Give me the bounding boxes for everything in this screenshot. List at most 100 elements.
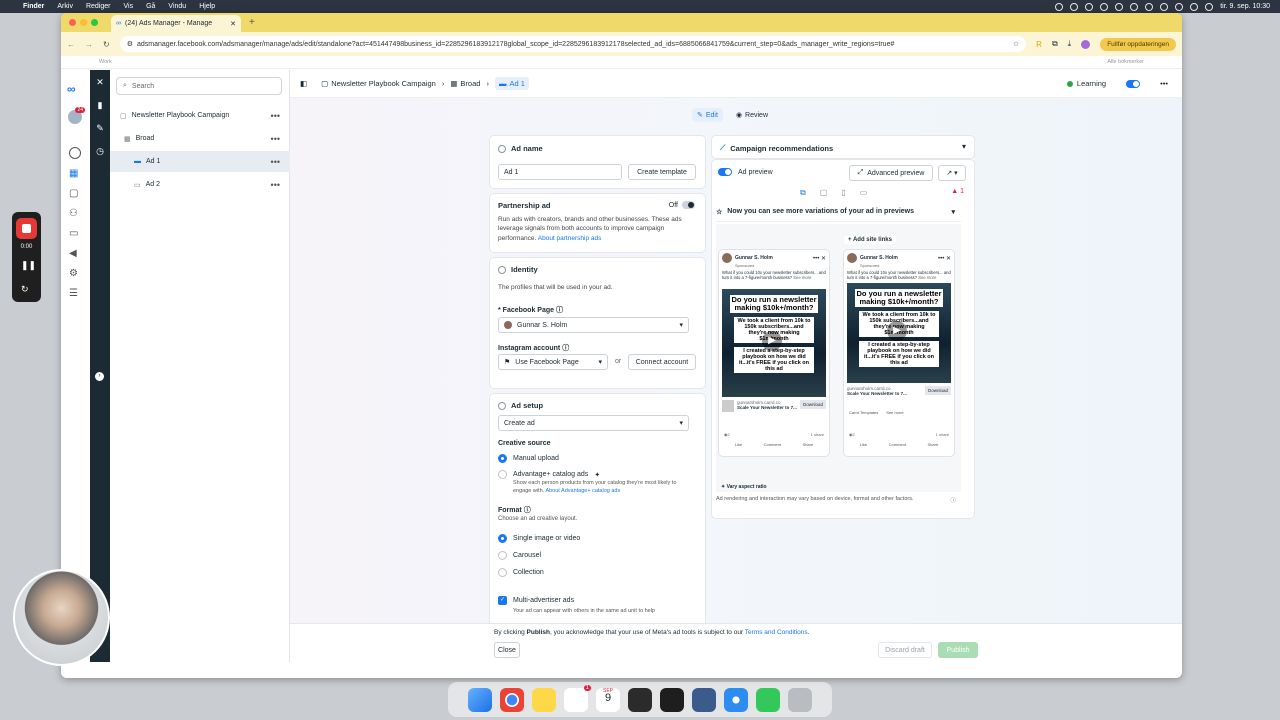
forward-icon[interactable]: → [85,40,93,49]
radio-unselected[interactable] [498,470,507,479]
close-button[interactable]: Close [494,642,520,658]
breadcrumb-campaign[interactable]: ▢ Newsletter Playbook Campaign [321,79,436,88]
banner-placement-icon[interactable]: ▭ [860,188,868,198]
review-mode-button[interactable]: ◉ Review [731,108,773,122]
radio-selected[interactable] [498,534,507,543]
radio-selected[interactable] [498,454,507,463]
radio-unselected[interactable] [498,568,507,577]
reels-placement-icon[interactable]: ▯ [841,188,845,198]
ad-name-input[interactable]: Ad 1 [498,164,622,180]
discard-draft-button[interactable]: Discard draft [878,642,932,658]
download-button[interactable]: Download [799,400,826,409]
new-tab-icon[interactable]: + [249,17,255,28]
more-options-icon[interactable]: ••• [271,134,280,144]
close-icon[interactable]: ••• ✕ [938,255,951,262]
info-icon[interactable]: ⓘ [562,345,569,352]
share-preview-button[interactable]: ↗ ▾ [938,165,966,181]
see-more-link[interactable]: See more [793,275,811,280]
add-site-links-button[interactable]: + Add site links [844,236,896,244]
campaign-recommendations[interactable]: ⟋ Campaign recommendations ▾ [712,136,974,158]
chevron-down-icon[interactable]: ▾ [962,142,966,151]
more-options-icon[interactable]: ••• [1160,79,1168,88]
carousel-radio[interactable]: Carousel [498,551,541,560]
instagram-select[interactable]: ⚑ Use Facebook Page ▾ [498,354,608,370]
ad-on-toggle[interactable] [1126,79,1141,88]
profile-avatar[interactable] [1081,39,1091,49]
create-ad-select[interactable]: Create ad ▾ [498,415,689,431]
safari-icon[interactable] [724,687,748,712]
play-icon[interactable]: ▶ [762,331,782,351]
pause-icon[interactable]: ❚❚ [21,260,36,271]
breadcrumb-ad[interactable]: ▬ Ad 1 [494,77,529,90]
audiences-icon[interactable]: ⚇ [69,208,78,219]
share-button[interactable]: Share [803,442,814,447]
ad-creative-image[interactable]: Do you run a newsletter making $10k+/mon… [722,289,826,397]
status-icon[interactable] [1130,2,1139,11]
control-center-icon[interactable] [1205,2,1214,11]
story-placement-icon[interactable]: ▢ [820,188,828,198]
browser-tab[interactable]: ∞ (24) Ads Manager - Manage ✕ [111,15,241,32]
menu-arkiv[interactable]: Arkiv [57,3,73,10]
single-image-radio[interactable]: Single image or video [498,534,580,543]
radio-unselected[interactable] [498,551,507,560]
edit-pencil-icon[interactable]: ✎ [94,122,106,134]
menu-vis[interactable]: Vis [123,3,133,10]
bookmark-work[interactable]: Work [99,59,112,65]
more-options-icon[interactable]: ••• [271,180,280,190]
edit-mode-button[interactable]: ✎ Edit [692,108,723,122]
close-editor-icon[interactable]: ✕ [94,76,106,88]
comment-button[interactable]: Comment [764,442,781,447]
info-icon[interactable]: ⓘ [950,496,956,504]
about-catalog-link[interactable]: About Advantage+ catalog ads [545,488,620,494]
status-icon[interactable] [1100,2,1109,11]
toggle-sidebar-icon[interactable]: ◧ [300,79,307,88]
like-button[interactable]: Like [735,442,742,447]
history-icon[interactable]: ◷ [94,145,106,157]
preview-icon[interactable] [692,687,716,712]
menu-ga[interactable]: Gå [146,3,155,10]
pages-icon[interactable]: ▢ [69,188,78,199]
status-icon[interactable] [1055,2,1064,11]
facebook-page-select[interactable]: Gunnar S. Holm ▾ [498,317,689,333]
share-button[interactable]: Share [928,442,939,447]
close-tab-icon[interactable]: ✕ [230,20,236,28]
battery-icon[interactable] [1175,2,1184,11]
status-icon[interactable] [1145,2,1154,11]
alerts-icon[interactable] [69,147,81,159]
billing-icon[interactable]: ▭ [69,228,78,239]
like-button[interactable]: Like [860,442,867,447]
breadcrumb-adset[interactable]: ▦ Broad [450,79,480,88]
comment-button[interactable]: Comment [889,442,906,447]
overview-icon[interactable]: ▮ [94,99,106,111]
create-template-button[interactable]: Create template [628,164,696,180]
campaign-icon[interactable]: ◀ [69,248,77,259]
trash-icon[interactable] [788,687,812,712]
catalog-ads-radio[interactable]: Advantage+ catalog ads ✦ [498,470,600,479]
close-window-button[interactable] [69,19,76,26]
checkbox-checked[interactable]: ✓ [498,596,507,605]
more-options-icon[interactable]: ••• [271,111,280,121]
publish-button[interactable]: Publish [938,642,978,658]
collection-radio[interactable]: Collection [498,568,544,577]
status-icon[interactable] [1070,2,1079,11]
tree-item-ad-2[interactable]: ▭ Ad 2 ••• [110,174,290,195]
warning-indicator[interactable]: ▲ 1 [951,188,964,195]
update-button[interactable]: Fullfør oppdateringen [1100,37,1176,51]
chrome-icon[interactable] [500,687,524,712]
menu-hjelp[interactable]: Hjelp [199,3,215,10]
site-link-1[interactable]: Carrd Templates [849,410,878,415]
notes-icon[interactable] [532,687,556,712]
advanced-preview-button[interactable]: ⤢ Advanced preview [849,165,933,181]
feed-placement-icon[interactable]: ⧉ [800,188,806,198]
figma-icon[interactable] [660,687,684,712]
minimize-window-button[interactable] [80,19,87,26]
all-bookmarks[interactable]: Alle bokmerker [1107,59,1144,65]
extension-icon[interactable]: R [1036,40,1042,49]
status-icon[interactable] [1115,2,1124,11]
wifi-icon[interactable] [1190,2,1199,11]
clock[interactable]: tir. 9. sep. 10:30 [1220,3,1270,10]
variations-banner[interactable]: ☆ Now you can see more variations of your… [716,202,961,222]
collapse-chevron-icon[interactable]: › [95,372,104,381]
calendar-icon[interactable]: SEP 9 [596,687,620,712]
site-info-icon[interactable]: ⚙ [127,40,133,48]
